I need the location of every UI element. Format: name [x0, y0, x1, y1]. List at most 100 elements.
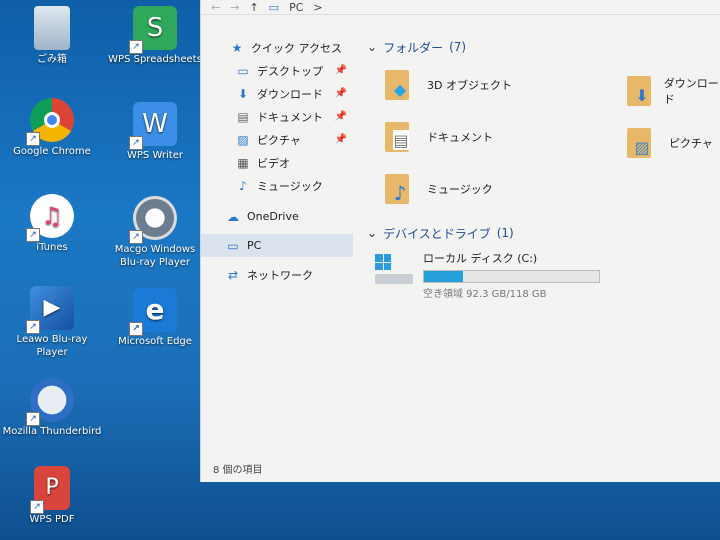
- section-title: デバイスとドライブ: [383, 226, 491, 241]
- shortcut-arrow-icon: ↗: [26, 320, 40, 334]
- section-header-folders[interactable]: ⌄ フォルダー (7): [361, 36, 720, 58]
- drive-local-c[interactable]: ローカル ディスク (C:) 空き領域 92.3 GB/118 GB: [373, 250, 600, 300]
- desktop-icon-macgo[interactable]: ↗ Macgo Windows Blu-ray Player: [105, 196, 205, 269]
- pin-icon[interactable]: 📌: [335, 134, 347, 145]
- nav-label: ビデオ: [257, 156, 290, 170]
- section-header-drives[interactable]: ⌄ デバイスとドライブ (1): [361, 222, 514, 244]
- desktop-icon-label: WPS Spreadsheets: [108, 54, 202, 65]
- drive-free-space: 空き領域 92.3 GB/118 GB: [423, 289, 547, 300]
- nav-label: クイック アクセス: [251, 41, 342, 55]
- shortcut-arrow-icon: ↗: [26, 132, 40, 146]
- nav-label: ネットワーク: [247, 268, 313, 282]
- pin-icon[interactable]: 📌: [335, 88, 347, 99]
- nav-item-documents[interactable]: ▤ ドキュメント 📌: [201, 105, 353, 128]
- nav-label: ピクチャ: [257, 133, 301, 147]
- desktop-icon: ▭: [237, 63, 249, 78]
- video-icon: ▦: [237, 155, 249, 170]
- nav-item-desktop[interactable]: ▭ デスクトップ 📌: [201, 59, 353, 82]
- pin-icon[interactable]: 📌: [335, 111, 347, 122]
- folder-label: ピクチャ: [669, 137, 713, 150]
- shortcut-arrow-icon: ↗: [129, 136, 143, 150]
- back-arrow-icon[interactable]: ←: [211, 1, 220, 14]
- folder-music[interactable]: ♪ ミュージック: [381, 170, 493, 208]
- nav-pc[interactable]: ▭ PC: [201, 234, 353, 257]
- drive-usage-fill: [424, 271, 463, 282]
- network-icon: ⇄: [227, 267, 239, 282]
- desktop-icon-recycle-bin[interactable]: ごみ箱: [2, 6, 102, 66]
- desktop-icon-label: Leawo Blu-ray Player: [16, 334, 88, 358]
- shortcut-arrow-icon: ↗: [26, 412, 40, 426]
- shortcut-arrow-icon: ↗: [129, 322, 143, 336]
- content-pane: ⌄ フォルダー (7) ◆ 3D オブジェクト ⬇ ダウンロード ▤ ドキュメン…: [361, 36, 720, 462]
- shortcut-arrow-icon: ↗: [30, 500, 44, 514]
- nav-network[interactable]: ⇄ ネットワーク: [201, 263, 353, 286]
- folder-pictures[interactable]: ▨ ピクチャ: [623, 124, 713, 162]
- folder-music-icon: ♪: [381, 170, 421, 208]
- section-count: (7): [449, 40, 467, 54]
- nav-quick-access[interactable]: ★ クイック アクセス: [201, 36, 353, 59]
- desktop: ごみ箱 S ↗ WPS Spreadsheets ↗ Google Chrome …: [0, 0, 210, 540]
- desktop-icon-chrome[interactable]: ↗ Google Chrome: [2, 98, 102, 158]
- file-explorer-window: ← → ↑ ▭ PC > ★ クイック アクセス ▭ デスクトップ 📌 ⬇ ダウ…: [200, 0, 720, 482]
- pc-small-icon: ▭: [268, 0, 280, 14]
- star-icon: ★: [231, 40, 243, 55]
- folder-label: ドキュメント: [427, 131, 493, 144]
- desktop-icon-label: WPS Writer: [127, 150, 183, 161]
- folder-downloads[interactable]: ⬇ ダウンロード: [623, 72, 720, 110]
- chevron-down-icon: ⌄: [367, 226, 378, 240]
- desktop-icon-wps-writer[interactable]: W ↗ WPS Writer: [105, 102, 205, 162]
- download-arrow-icon: ⬇: [237, 86, 249, 101]
- address-bar: ← → ↑ ▭ PC >: [201, 0, 720, 15]
- macgo-bluray-icon: ↗: [129, 196, 177, 244]
- chrome-icon: ↗: [26, 98, 74, 146]
- pin-icon[interactable]: 📌: [335, 65, 347, 76]
- pc-icon: ▭: [227, 238, 239, 253]
- recycle-bin-icon: [34, 6, 70, 50]
- folder-pictures-icon: ▨: [623, 124, 663, 162]
- nav-label: ドキュメント: [257, 110, 323, 124]
- music-note-icon: ♪: [239, 178, 247, 193]
- breadcrumb-separator: >: [313, 0, 323, 14]
- forward-arrow-icon[interactable]: →: [230, 1, 239, 14]
- desktop-icon-wps-spreadsheets[interactable]: S ↗ WPS Spreadsheets: [105, 6, 205, 66]
- desktop-icon-leawo[interactable]: ▶ ↗ Leawo Blu-ray Player: [2, 286, 102, 359]
- nav-item-videos[interactable]: ▦ ビデオ: [201, 151, 353, 174]
- section-title: フォルダー: [383, 40, 444, 55]
- desktop-icon-label: Mozilla Thunderbird: [2, 426, 102, 437]
- breadcrumb-pc[interactable]: PC: [289, 1, 303, 14]
- wps-writer-icon: W ↗: [129, 102, 177, 150]
- up-arrow-icon[interactable]: ↑: [249, 1, 258, 14]
- wps-pdf-icon: P ↗: [30, 466, 70, 514]
- drive-usage-bar: [423, 270, 600, 283]
- desktop-icon-itunes[interactable]: ♫ ↗ iTunes: [2, 194, 102, 254]
- document-icon: ▤: [237, 109, 249, 124]
- nav-label: ダウンロード: [257, 87, 323, 101]
- desktop-icon-label: WPS PDF: [29, 514, 75, 525]
- folder-label: ダウンロード: [663, 77, 719, 106]
- folder-3d-icon: ◆: [381, 66, 421, 104]
- desktop-icon-thunderbird[interactable]: ↗ Mozilla Thunderbird: [2, 378, 102, 438]
- folder-label: 3D オブジェクト: [427, 79, 512, 92]
- shortcut-arrow-icon: ↗: [26, 228, 40, 242]
- nav-item-pictures[interactable]: ▨ ピクチャ 📌: [201, 128, 353, 151]
- nav-item-downloads[interactable]: ⬇ ダウンロード 📌: [201, 82, 353, 105]
- nav-item-music[interactable]: ♪ ミュージック: [201, 174, 353, 197]
- thunderbird-icon: ↗: [26, 378, 74, 426]
- desktop-icon-edge[interactable]: e ↗ Microsoft Edge: [105, 288, 205, 348]
- desktop-icon-label: Google Chrome: [13, 146, 91, 157]
- nav-onedrive[interactable]: ☁ OneDrive: [201, 205, 353, 228]
- pictures-icon: ▨: [237, 132, 249, 147]
- folder-label: ミュージック: [427, 183, 493, 196]
- shortcut-arrow-icon: ↗: [129, 40, 143, 54]
- folder-documents[interactable]: ▤ ドキュメント: [381, 118, 493, 156]
- folder-3d-objects[interactable]: ◆ 3D オブジェクト: [381, 66, 512, 104]
- desktop-icon-wps-pdf[interactable]: P ↗ WPS PDF: [2, 466, 102, 526]
- folder-document-icon: ▤: [381, 118, 421, 156]
- desktop-icon-label: iTunes: [36, 242, 68, 253]
- nav-label: ミュージック: [257, 179, 323, 193]
- cloud-icon: ☁: [227, 209, 239, 224]
- drive-icon: [373, 250, 417, 288]
- drive-label: ローカル ディスク (C:): [423, 252, 538, 265]
- section-count: (1): [496, 226, 514, 240]
- nav-label: PC: [247, 239, 262, 252]
